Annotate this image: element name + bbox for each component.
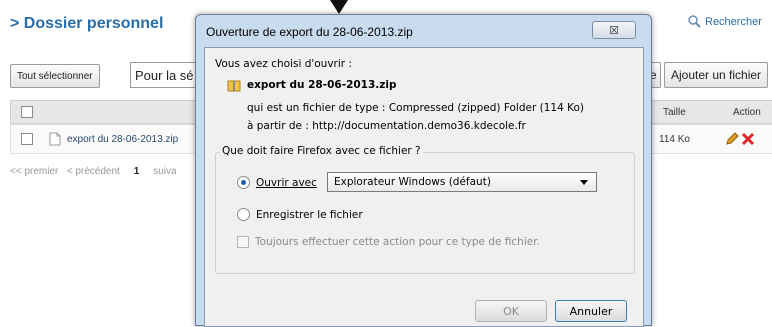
save-file-radio[interactable] bbox=[237, 208, 250, 221]
file-type-value: Compressed (zipped) Folder (114 Ko) bbox=[388, 102, 584, 114]
select-all-checkbox[interactable] bbox=[21, 106, 33, 118]
action-column-header: Action bbox=[733, 106, 761, 118]
dialog-body: Vous avez choisi d'ouvrir : export du 28… bbox=[204, 47, 644, 327]
size-column-header: Taille bbox=[663, 106, 686, 118]
pager-prev[interactable]: < précédent bbox=[67, 166, 120, 177]
file-size: 114 Ko bbox=[659, 133, 690, 145]
search-link[interactable]: Rechercher bbox=[688, 15, 762, 28]
file-icon bbox=[49, 132, 61, 146]
file-name-link[interactable]: export du 28-06-2013.zip bbox=[67, 134, 178, 145]
search-label: Rechercher bbox=[705, 15, 762, 28]
application-dropdown-value: Explorateur Windows (défaut) bbox=[334, 176, 491, 188]
pager-current: 1 bbox=[133, 166, 140, 177]
close-button[interactable]: ☒ bbox=[592, 21, 636, 39]
action-question: Que doit faire Firefox avec ce fichier ? bbox=[220, 145, 423, 157]
select-all-button[interactable]: Tout sélectionner bbox=[10, 64, 100, 88]
cancel-button[interactable]: Annuler bbox=[555, 300, 627, 322]
file-type-label: qui est un fichier de type : bbox=[247, 102, 386, 114]
file-source-label: à partir de : bbox=[247, 120, 309, 132]
save-file-option[interactable]: Enregistrer le fichier bbox=[237, 208, 363, 221]
pointer-arrow bbox=[330, 0, 348, 14]
save-file-label: Enregistrer le fichier bbox=[256, 208, 363, 221]
pager-first[interactable]: << premier bbox=[10, 166, 58, 177]
open-with-radio[interactable] bbox=[237, 176, 250, 189]
delete-icon[interactable] bbox=[741, 132, 755, 146]
pagination: << premier < précédent 1 suiva bbox=[10, 166, 177, 177]
file-source-row: à partir de : http://documentation.demo3… bbox=[247, 120, 526, 132]
page-title: > Dossier personnel bbox=[10, 15, 164, 32]
table-header-right: Taille Action bbox=[646, 100, 772, 124]
table-row[interactable]: export du 28-06-2013.zip bbox=[10, 124, 207, 154]
table-row-right: 114 Ko bbox=[646, 124, 772, 154]
search-icon bbox=[688, 15, 701, 28]
open-with-option[interactable]: Ouvrir avec bbox=[237, 176, 317, 189]
edit-icon[interactable] bbox=[725, 132, 739, 146]
dialog-title: Ouverture de export du 28-06-2013.zip bbox=[206, 25, 413, 39]
dialog-filename: export du 28-06-2013.zip bbox=[247, 79, 397, 91]
file-source-url: http://documentation.demo36.kdecole.fr bbox=[312, 120, 526, 132]
ok-button: OK bbox=[475, 300, 547, 322]
always-do-label: Toujours effectuer cette action pour ce … bbox=[255, 236, 540, 248]
chevron-down-icon bbox=[580, 180, 588, 185]
add-file-button[interactable]: Ajouter un fichier bbox=[664, 62, 769, 88]
file-type-row: qui est un fichier de type : Compressed … bbox=[247, 102, 584, 114]
always-do-checkbox bbox=[237, 236, 249, 248]
close-icon: ☒ bbox=[609, 24, 619, 37]
intro-text: Vous avez choisi d'ouvrir : bbox=[215, 58, 352, 70]
zip-folder-icon bbox=[227, 80, 241, 92]
always-do-option: Toujours effectuer cette action pour ce … bbox=[237, 236, 540, 248]
application-dropdown[interactable]: Explorateur Windows (défaut) bbox=[327, 172, 597, 192]
open-with-label: Ouvrir avec bbox=[256, 176, 317, 189]
row-checkbox[interactable] bbox=[21, 133, 33, 145]
download-dialog: Ouverture de export du 28-06-2013.zip ☒ … bbox=[195, 14, 652, 327]
table-header-left bbox=[10, 100, 207, 124]
pager-next[interactable]: suiva bbox=[153, 166, 176, 177]
